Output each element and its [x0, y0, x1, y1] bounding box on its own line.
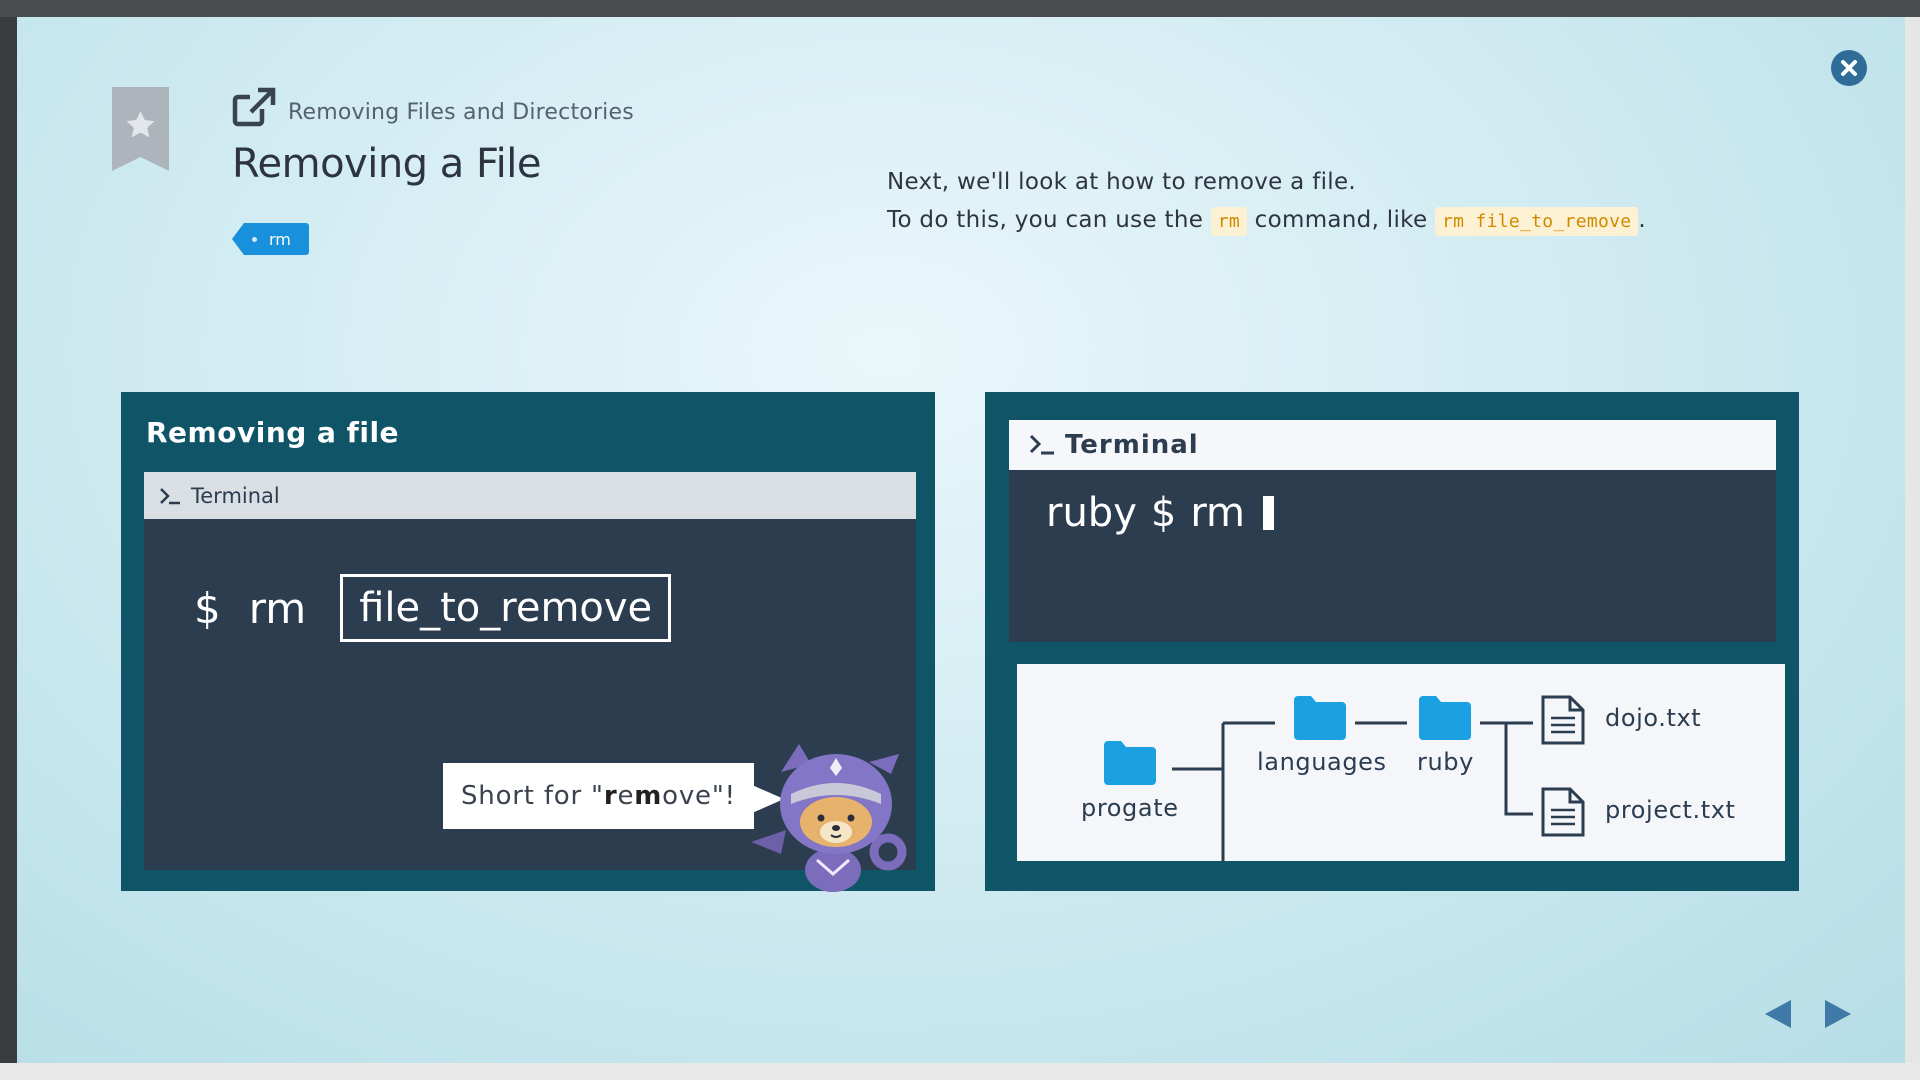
- prompt-directory: ruby: [1046, 490, 1137, 536]
- description-line-2: To do this, you can use the rm command, …: [887, 201, 1787, 241]
- tag-notch: [232, 223, 244, 255]
- argument-box: file_to_remove: [340, 574, 672, 642]
- speech-bubble: Short for "remove"!: [443, 763, 784, 829]
- terminal-title-bar: Terminal: [144, 472, 916, 519]
- prompt-symbol: $: [194, 583, 221, 633]
- tree-label-dojo: dojo.txt: [1605, 704, 1702, 732]
- description-text: command, like: [1247, 207, 1436, 233]
- command-line: $ rm file_to_remove: [194, 574, 672, 642]
- terminal-title: Terminal: [1065, 430, 1199, 460]
- slide-panel-left: Removing a file Terminal $ rm file_to_re…: [121, 392, 935, 892]
- bookmark-star-icon[interactable]: [112, 87, 169, 171]
- tag-body: rm: [244, 223, 309, 255]
- command-rm: rm: [1190, 490, 1246, 536]
- tree-label-ruby: ruby: [1417, 748, 1474, 776]
- speech-text: ove: [662, 781, 712, 811]
- next-arrow-icon[interactable]: [1825, 1000, 1851, 1028]
- tag-dot: [252, 236, 257, 242]
- speech-highlight: r: [603, 781, 618, 811]
- directory-tree: progate languages ruby dojo.txt project.…: [1017, 664, 1785, 861]
- ninja-mascot-image: [751, 744, 907, 892]
- panel-heading: Removing a file: [146, 416, 400, 449]
- backdrop-top: [0, 0, 1920, 17]
- text-cursor: [1263, 496, 1275, 530]
- tree-label-progate: progate: [1081, 794, 1179, 822]
- close-icon: [1841, 60, 1857, 76]
- inline-code-rm: rm: [1210, 207, 1248, 236]
- slide-panel-right: Terminal ruby $ rm progate languages rub…: [985, 392, 1799, 891]
- speech-text: e: [617, 781, 635, 811]
- terminal-title: Terminal: [191, 483, 280, 508]
- prev-arrow-icon[interactable]: [1765, 1000, 1791, 1028]
- lesson-header: Removing Files and Directories Removing …: [232, 87, 634, 187]
- close-button[interactable]: [1831, 50, 1867, 86]
- terminal-window: Terminal ruby $ rm: [1009, 420, 1776, 642]
- description-text: To do this, you can use the: [887, 207, 1211, 233]
- lesson-modal: Removing Files and Directories Removing …: [17, 17, 1905, 1063]
- terminal-prompt-icon: [1029, 434, 1054, 455]
- chapter-title: Removing Files and Directories: [288, 100, 634, 125]
- slide-navigation: [1765, 1000, 1851, 1028]
- terminal-prompt-icon: [160, 487, 180, 504]
- command-line: ruby $ rm: [1046, 490, 1275, 536]
- folder-icon: [1419, 696, 1471, 740]
- page-bottom-bar: [0, 1063, 1920, 1080]
- tag-label: rm: [269, 229, 291, 249]
- page-scrollbar[interactable]: [1905, 17, 1920, 1063]
- file-icon: [1541, 787, 1585, 837]
- speech-highlight: m: [634, 781, 663, 811]
- description-text: .: [1638, 207, 1646, 233]
- description-line-1: Next, we'll look at how to remove a file…: [887, 169, 1357, 195]
- external-link-icon[interactable]: [232, 87, 276, 127]
- command-rm: rm: [248, 583, 307, 633]
- speech-text: "!: [711, 781, 736, 811]
- chapter-row: Removing Files and Directories: [232, 87, 634, 127]
- speech-text: Short for ": [461, 781, 604, 811]
- terminal-title-bar: Terminal: [1009, 420, 1776, 470]
- lesson-description: Next, we'll look at how to remove a file…: [887, 163, 1787, 241]
- tree-label-project: project.txt: [1605, 796, 1736, 824]
- tag-rm[interactable]: rm: [232, 223, 309, 255]
- tree-label-languages: languages: [1257, 748, 1387, 776]
- folder-icon: [1104, 741, 1156, 785]
- lesson-title: Removing a File: [232, 141, 541, 187]
- prompt-symbol: $: [1150, 490, 1177, 536]
- folder-icon: [1294, 696, 1346, 740]
- inline-code-example: rm file_to_remove: [1435, 207, 1639, 236]
- file-icon: [1541, 695, 1585, 745]
